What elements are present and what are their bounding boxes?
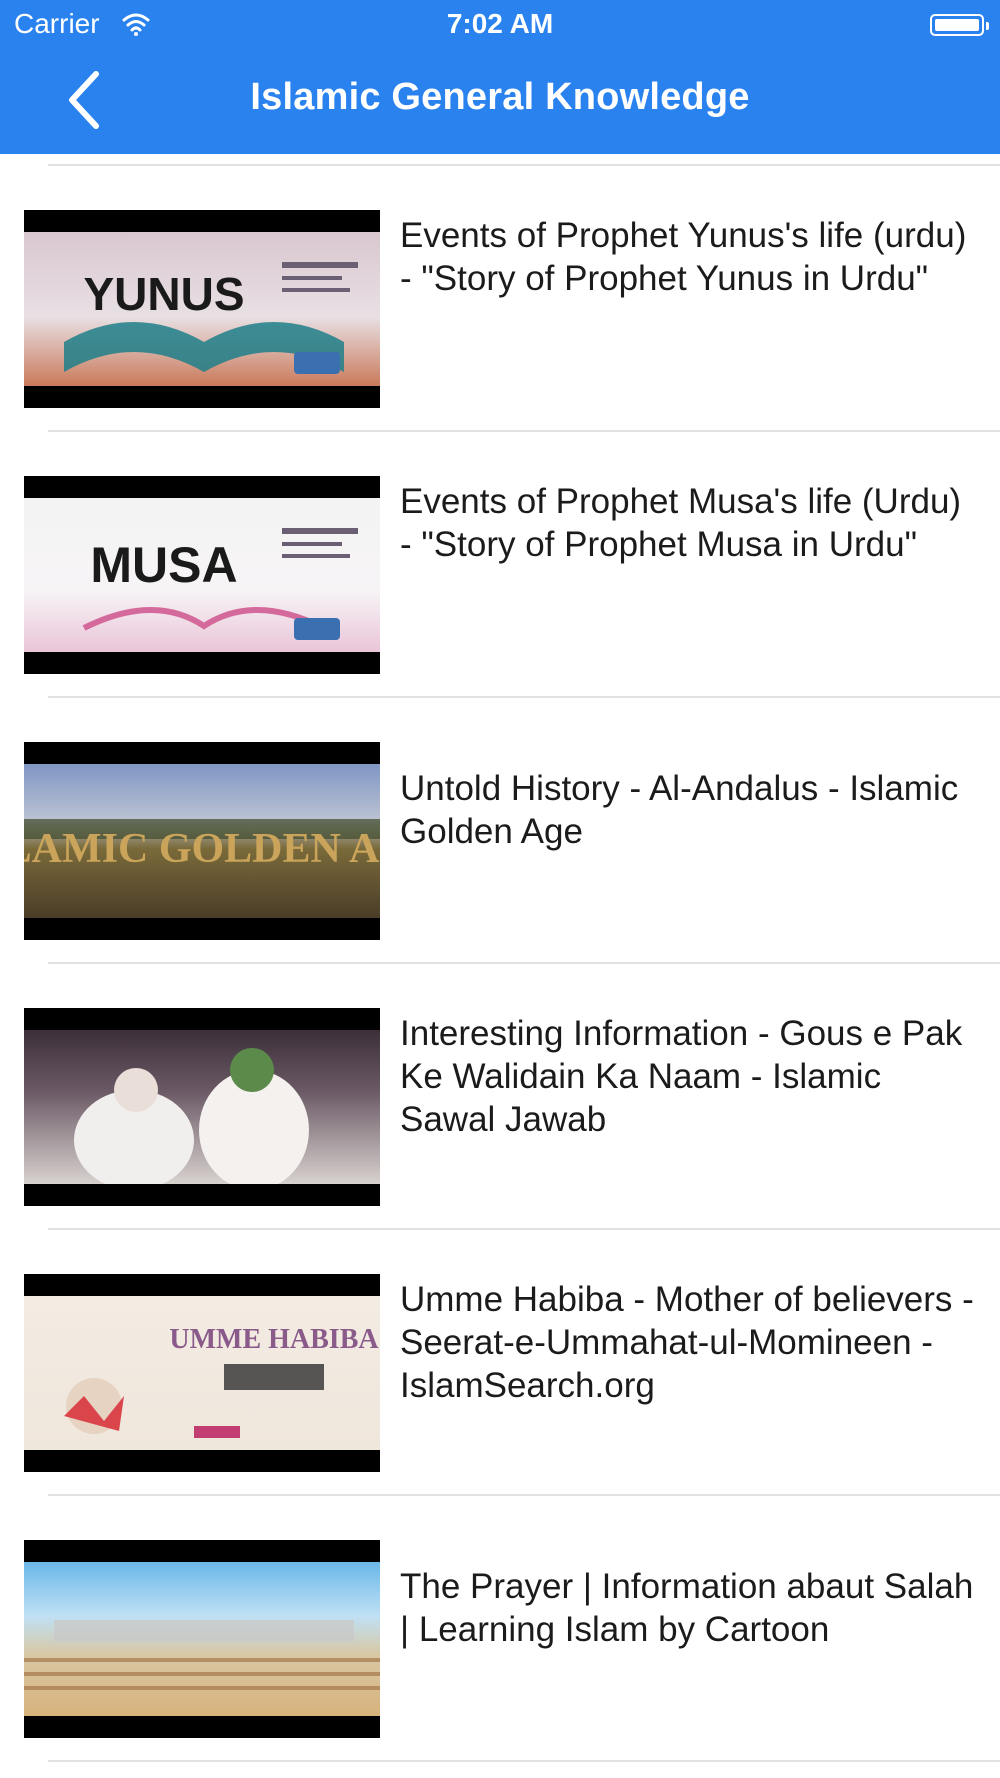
header: Carrier 7:02 AM Islamic General Knowledg…: [0, 0, 1000, 154]
video-title: Events of Prophet Yunus's life (urdu) - …: [400, 216, 967, 298]
page-title: Islamic General Knowledge: [250, 76, 750, 118]
status-bar: Carrier 7:02 AM: [0, 0, 1000, 50]
video-title: Untold History - Al-Andalus - Islamic Go…: [400, 769, 959, 851]
thumbnail-caption: YUNUS: [83, 268, 244, 320]
clock: 7:02 AM: [446, 8, 554, 39]
list-item[interactable]: UMME HABIBA Umme Habiba - Mother of beli…: [0, 1229, 1000, 1494]
list-item[interactable]: The Prayer | Information abaut Salah | L…: [0, 1495, 1000, 1760]
list-item[interactable]: MUSA Events of Prophet Musa's life (Urdu…: [0, 431, 1000, 696]
thumbnail-caption: ISLAMIC GOLDEN AGE: [24, 826, 380, 872]
list-item[interactable]: YUNUS Events of Prophet Yunus's life (ur…: [0, 165, 1000, 430]
battery-icon: [930, 14, 989, 36]
video-thumbnail: ISLAMIC GOLDEN AGE: [24, 742, 380, 940]
video-thumbnail: [24, 1540, 380, 1738]
list-item[interactable]: Interesting Information - Gous e Pak Ke …: [0, 963, 1000, 1228]
video-thumbnail: UMME HABIBA: [24, 1274, 380, 1472]
row-separator: [48, 1760, 1000, 1762]
video-title: Events of Prophet Musa's life (Urdu) - "…: [400, 482, 962, 564]
app-screen: Carrier 7:02 AM Islamic General Knowledg…: [0, 0, 1000, 1778]
list-item[interactable]: ISLAMIC GOLDEN AGE Untold History - Al-A…: [0, 697, 1000, 962]
video-title: The Prayer | Information abaut Salah | L…: [400, 1567, 974, 1649]
video-thumbnail: MUSA: [24, 476, 380, 674]
video-title: Interesting Information - Gous e Pak Ke …: [400, 1014, 963, 1139]
video-thumbnail: YUNUS: [24, 210, 380, 408]
video-title: Umme Habiba - Mother of believers - Seer…: [400, 1280, 974, 1405]
thumbnail-caption: UMME HABIBA: [169, 1324, 379, 1355]
video-thumbnail: [24, 1008, 380, 1206]
thumbnail-caption: MUSA: [90, 537, 237, 593]
nav-bar: Islamic General Knowledge: [0, 50, 1000, 154]
